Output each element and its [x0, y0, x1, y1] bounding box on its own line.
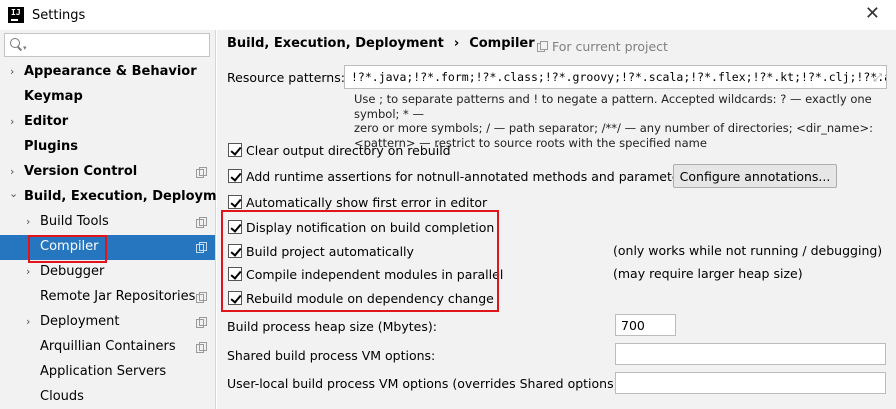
heap-size-label: Build process heap size (Mbytes): — [227, 319, 437, 334]
option-label: Rebuild module on dependency change — [246, 290, 494, 306]
option-build-automatically[interactable]: Build project automatically — [228, 241, 414, 261]
title-bar: IJ Settings ✕ — [0, 0, 896, 30]
checkbox[interactable] — [228, 244, 242, 258]
settings-search-box[interactable]: ▾ — [4, 33, 210, 57]
sidebar-item-label: Build, Execution, Deployment — [24, 189, 241, 204]
scope-indicator: For current project — [537, 39, 668, 54]
checkbox[interactable] — [228, 291, 242, 305]
checkbox[interactable] — [228, 169, 242, 183]
sidebar-item-build-tools[interactable]: › Build Tools — [0, 210, 215, 235]
sidebar-item-plugins[interactable]: Plugins — [0, 135, 215, 160]
checkbox[interactable] — [228, 220, 242, 234]
sidebar-item-label: Keymap — [24, 89, 83, 104]
help-line: Use ; to separate patterns and ! to nega… — [354, 92, 872, 121]
sidebar-item-appearance-behavior[interactable]: › Appearance & Behavior — [0, 60, 215, 85]
sidebar-item-label: Compiler — [40, 239, 99, 254]
expand-arrow-icon[interactable]: › — [10, 115, 14, 128]
option-build-notification[interactable]: Display notification on build completion — [228, 217, 494, 237]
option-runtime-assertions[interactable]: Add runtime assertions for notnull-annot… — [228, 166, 691, 186]
sidebar-item-label: Debugger — [40, 264, 105, 279]
user-vm-options-input[interactable] — [615, 372, 886, 394]
collapse-arrow-icon[interactable]: ⌄ — [9, 187, 18, 200]
sidebar-item-clouds[interactable]: Clouds — [0, 385, 215, 409]
option-label: Build project automatically — [246, 243, 414, 259]
project-scope-icon — [196, 242, 207, 253]
breadcrumb-parent[interactable]: Build, Execution, Deployment — [227, 36, 444, 51]
option-clear-output-directory[interactable]: Clear output directory on rebuild — [228, 140, 451, 160]
scope-label: For current project — [552, 39, 668, 54]
checkbox[interactable] — [228, 143, 242, 157]
sidebar-item-label: Build Tools — [40, 214, 109, 229]
shared-vm-options-label: Shared build process VM options: — [227, 348, 436, 363]
project-scope-icon — [196, 317, 207, 328]
expand-arrow-icon[interactable]: › — [26, 215, 30, 228]
intellij-logo-icon: IJ — [8, 7, 24, 23]
sidebar-item-label: Application Servers — [40, 364, 167, 379]
resource-patterns-value: !?*.java;!?*.form;!?*.class;!?*.groovy;!… — [351, 70, 887, 84]
expand-arrow-icon[interactable]: › — [10, 165, 14, 178]
option-parallel-compile[interactable]: Compile independent modules in parallel — [228, 264, 503, 284]
option-show-first-error[interactable]: Automatically show first error in editor — [228, 192, 487, 212]
settings-sidebar: ▾ › Appearance & Behavior Keymap › Edito… — [0, 30, 241, 409]
sidebar-item-label: Deployment — [40, 314, 120, 329]
sidebar-item-application-servers[interactable]: Application Servers — [0, 360, 215, 385]
close-icon[interactable]: ✕ — [865, 3, 880, 24]
resource-patterns-input[interactable]: !?*.java;!?*.form;!?*.class;!?*.groovy;!… — [344, 65, 887, 89]
expand-field-icon[interactable]: ⤢ — [873, 71, 882, 85]
sidebar-item-arquillian-containers[interactable]: Arquillian Containers — [0, 335, 215, 360]
resource-patterns-label: Resource patterns: — [227, 70, 345, 85]
option-label: Display notification on build completion — [246, 219, 495, 235]
shared-vm-options-input[interactable] — [615, 343, 886, 365]
parallel-compile-note: (may require larger heap size) — [613, 266, 803, 281]
sidebar-item-label: Appearance & Behavior — [24, 64, 197, 79]
sidebar-item-label: Remote Jar Repositories — [40, 289, 196, 304]
settings-search-input[interactable] — [26, 35, 209, 55]
build-automatically-note: (only works while not running / debuggin… — [613, 243, 883, 258]
search-icon — [9, 37, 25, 53]
option-label: Clear output directory on rebuild — [246, 142, 451, 158]
expand-arrow-icon[interactable]: › — [26, 265, 30, 278]
project-scope-icon — [196, 217, 207, 228]
sidebar-item-version-control[interactable]: › Version Control — [0, 160, 215, 185]
breadcrumb: Build, Execution, Deployment › Compiler — [227, 36, 535, 51]
heap-size-input[interactable] — [615, 314, 676, 336]
project-scope-icon — [196, 167, 207, 178]
user-vm-options-label: User-local build process VM options (ove… — [227, 376, 623, 391]
sidebar-item-label: Plugins — [24, 139, 78, 154]
expand-arrow-icon[interactable]: › — [10, 65, 14, 78]
sidebar-item-label: Version Control — [24, 164, 138, 179]
option-label: Compile independent modules in parallel — [246, 266, 504, 282]
configure-annotations-button[interactable]: Configure annotations... — [673, 164, 837, 188]
option-rebuild-on-dependency-change[interactable]: Rebuild module on dependency change — [228, 288, 494, 308]
sidebar-item-editor[interactable]: › Editor — [0, 110, 215, 135]
project-scope-icon — [196, 342, 207, 353]
expand-arrow-icon[interactable]: › — [26, 315, 30, 328]
checkbox[interactable] — [228, 195, 242, 209]
compiler-settings-panel: Build, Execution, Deployment › Compiler … — [217, 30, 896, 409]
project-scope-icon — [537, 41, 548, 52]
breadcrumb-separator-icon: › — [453, 36, 460, 51]
option-label: Add runtime assertions for notnull-annot… — [246, 168, 692, 184]
help-line: zero or more symbols; / — path separator… — [354, 121, 873, 135]
sidebar-item-deployment[interactable]: › Deployment — [0, 310, 215, 335]
sidebar-item-debugger[interactable]: › Debugger — [0, 260, 215, 285]
checkbox[interactable] — [228, 267, 242, 281]
option-label: Automatically show first error in editor — [246, 194, 488, 210]
sidebar-item-label: Editor — [24, 114, 69, 129]
sidebar-item-build-execution-deployment[interactable]: ⌄ Build, Execution, Deployment — [0, 185, 241, 210]
window-title: Settings — [32, 7, 86, 23]
breadcrumb-current: Compiler — [469, 36, 535, 51]
project-scope-icon — [196, 292, 207, 303]
sidebar-item-remote-jar-repositories[interactable]: Remote Jar Repositories — [0, 285, 215, 310]
sidebar-item-keymap[interactable]: Keymap — [0, 85, 215, 110]
sidebar-item-label: Clouds — [40, 389, 84, 404]
sidebar-item-label: Arquillian Containers — [40, 339, 176, 354]
sidebar-item-compiler[interactable]: Compiler — [0, 235, 215, 260]
